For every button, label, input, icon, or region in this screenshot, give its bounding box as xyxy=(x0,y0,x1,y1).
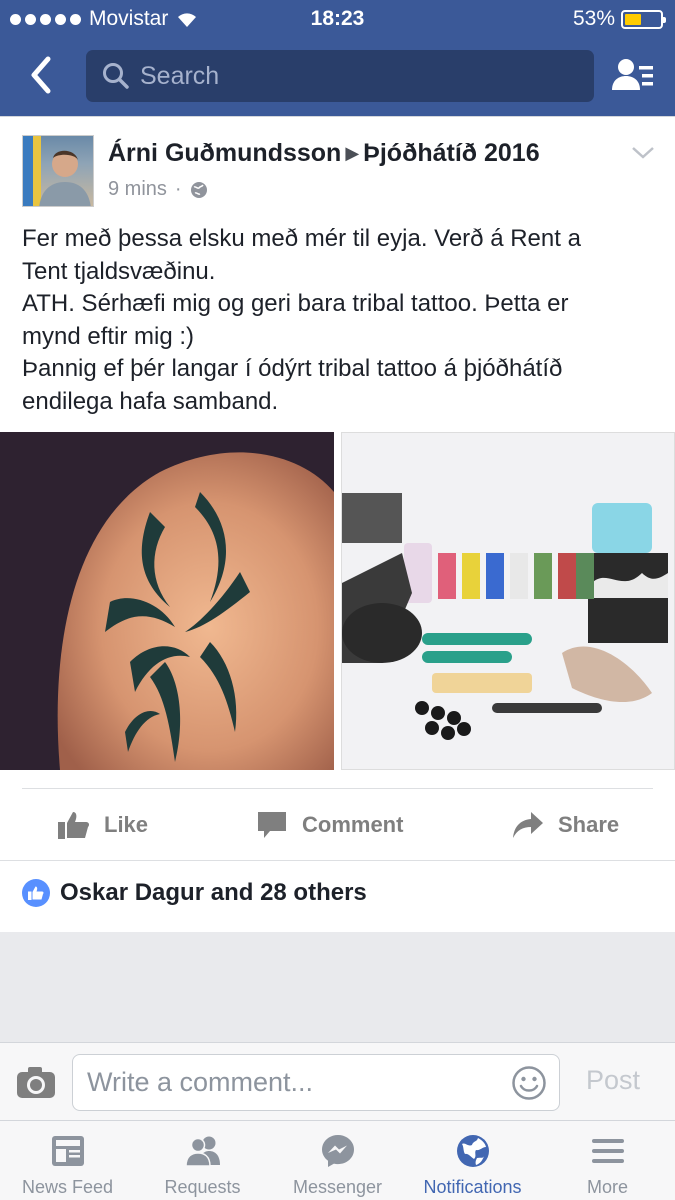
comment-bar: Post xyxy=(0,1042,675,1120)
battery-icon xyxy=(621,9,666,29)
tattoo-photo[interactable] xyxy=(0,432,334,770)
post-actions: Like Comment Share xyxy=(0,789,675,861)
tab-label: More xyxy=(586,1177,628,1197)
thumbs-up-icon xyxy=(58,812,90,839)
divider xyxy=(0,860,675,861)
post-text-line: Þannig ef þér langar í ódýrt tribal tatt… xyxy=(22,355,563,382)
post-text-line: Fer með þessa elsku með mér til eyja. Ve… xyxy=(22,225,581,252)
messenger-icon xyxy=(321,1135,354,1167)
tab-label: Messenger xyxy=(292,1177,383,1197)
event-name[interactable]: Þjóðhátíð 2016 xyxy=(363,139,539,167)
tattoo-kit-photo[interactable] xyxy=(341,432,675,770)
back-button[interactable] xyxy=(20,52,60,98)
requests-icon xyxy=(184,1136,220,1167)
like-button[interactable]: Like xyxy=(58,789,148,861)
news-feed-icon xyxy=(51,1136,84,1166)
post-comment-button[interactable]: Post xyxy=(586,1065,640,1096)
post-card: Árni Guðmundsson ▶ Þjóðhátíð 2016 9 mins ·… xyxy=(0,116,675,932)
share-label: Share xyxy=(558,812,620,837)
tab-bar: News Feed Requests Messenger Notificatio… xyxy=(0,1120,675,1200)
post-text-line: endilega hafa samband. xyxy=(22,387,279,415)
search-bar[interactable] xyxy=(86,50,594,102)
status-bar: Movistar 18:23 53% xyxy=(0,0,675,38)
author-name[interactable]: Árni Guðmundsson xyxy=(108,139,341,167)
reactions-summary[interactable]: Oskar Dagur and 28 others xyxy=(22,879,367,907)
top-bar: Movistar 18:23 53% xyxy=(0,0,675,116)
comment-input[interactable] xyxy=(87,1067,507,1098)
post-meta: 9 mins · xyxy=(108,178,208,201)
post-text-line: mynd eftir mig :) xyxy=(22,322,195,350)
comment-button[interactable]: Comment xyxy=(256,789,403,861)
tab-more[interactable]: More xyxy=(540,1121,675,1200)
like-badge-icon xyxy=(22,879,50,907)
post-header: Árni Guðmundsson ▶ Þjóðhátíð 2016 xyxy=(108,139,540,168)
back-chevron-icon xyxy=(31,56,51,94)
like-label: Like xyxy=(104,812,149,837)
search-input[interactable] xyxy=(140,61,560,91)
tab-label: News Feed xyxy=(21,1177,114,1197)
share-button[interactable]: Share xyxy=(512,789,619,861)
menu-icon xyxy=(591,1139,624,1163)
tab-label: Requests xyxy=(164,1177,241,1197)
post-text-line: ATH. Sérhæfi mig og geri bara tribal tat… xyxy=(22,290,569,317)
tab-requests[interactable]: Requests xyxy=(135,1121,270,1200)
post-time[interactable]: 9 mins xyxy=(108,178,167,201)
battery-indicator: 53% xyxy=(572,7,666,31)
comment-icon xyxy=(258,812,286,838)
post-options-chevron-icon[interactable] xyxy=(631,145,655,161)
comment-field[interactable] xyxy=(72,1054,560,1111)
comment-label: Comment xyxy=(302,812,404,837)
globe-icon xyxy=(456,1135,489,1167)
camera-icon[interactable] xyxy=(16,1065,56,1099)
friends-list-icon[interactable] xyxy=(611,54,655,98)
search-icon xyxy=(103,63,129,89)
share-icon xyxy=(513,812,543,838)
post-text: Fer með þessa elsku með mér til eyja. Ve… xyxy=(22,223,652,418)
reactions-text: Oskar Dagur and 28 others xyxy=(60,879,367,906)
emoji-icon[interactable] xyxy=(511,1065,547,1101)
meta-separator: · xyxy=(174,178,182,200)
tab-label: Notifications xyxy=(423,1177,522,1197)
globe-icon xyxy=(190,181,207,198)
tab-notifications[interactable]: Notifications xyxy=(405,1121,540,1200)
tab-news-feed[interactable]: News Feed xyxy=(0,1121,135,1200)
battery-percent: 53% xyxy=(572,7,615,30)
avatar[interactable] xyxy=(22,135,94,207)
tab-messenger[interactable]: Messenger xyxy=(270,1121,405,1200)
post-text-line: Tent tjaldsvæðinu. xyxy=(22,257,216,285)
to-arrow-icon: ▶ xyxy=(345,143,360,163)
